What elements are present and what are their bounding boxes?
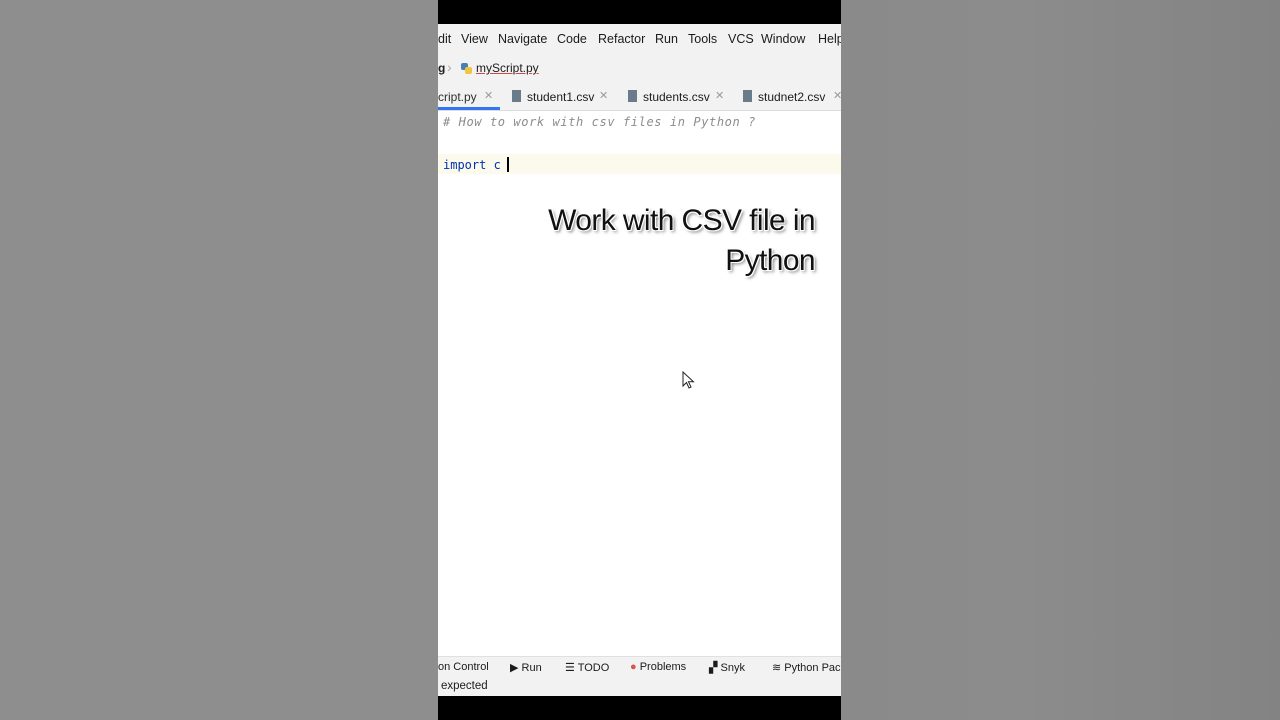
tool-run-label: Run (521, 662, 542, 674)
code-comment-line: # How to work with csv files in Python ? (443, 115, 756, 129)
tool-problems[interactable]: ● Problems (630, 661, 686, 673)
snyk-icon: ▞ (709, 662, 718, 674)
menu-refactor[interactable]: Refactor (598, 32, 645, 46)
tool-snyk-label: Snyk (720, 662, 745, 674)
menu-navigate[interactable]: Navigate (498, 32, 547, 46)
breadcrumb-project[interactable]: g (438, 61, 445, 75)
close-icon[interactable]: ✕ (484, 89, 493, 102)
left-blur-background (0, 0, 438, 720)
tool-todo[interactable]: ☰ TODO (565, 661, 609, 674)
video-frame: dit View Navigate Code Refactor Run Tool… (438, 0, 841, 720)
tab-student1[interactable]: student1.csv ✕ (510, 82, 614, 110)
menu-help[interactable]: Help (818, 32, 841, 46)
csv-file-icon (743, 90, 752, 102)
caption-line-2: Python (725, 244, 815, 277)
error-icon: ● (630, 661, 637, 673)
python-file-icon (461, 63, 472, 74)
tool-window-bar: on Control ▶ Run ☰ TODO ● Problems ▞ Sny… (438, 656, 841, 679)
tab-label: student1.csv (527, 90, 595, 104)
tab-myscript[interactable]: cript.py ✕ (438, 82, 500, 110)
csv-file-icon (628, 90, 637, 102)
tool-run[interactable]: ▶ Run (510, 661, 542, 674)
tool-todo-label: TODO (577, 662, 610, 674)
code-import-line: import c (443, 158, 501, 172)
tool-version-control[interactable]: on Control (438, 661, 489, 673)
tab-label: studnet2.csv (758, 90, 826, 104)
status-message: expected (441, 680, 488, 692)
close-icon[interactable]: ✕ (599, 89, 608, 102)
menu-vcs[interactable]: VCS (728, 32, 754, 46)
tool-python-packages[interactable]: ≋ Python Pac (772, 661, 841, 674)
close-icon[interactable]: ✕ (833, 89, 841, 102)
breadcrumb-file[interactable]: myScript.py (476, 61, 539, 75)
code-editor[interactable]: # How to work with csv files in Python ?… (438, 111, 841, 631)
menu-view[interactable]: View (461, 32, 488, 46)
active-tab-indicator (438, 107, 500, 110)
text-caret (507, 157, 509, 172)
csv-file-icon (512, 90, 521, 102)
tab-label: cript.py (438, 90, 477, 104)
menu-bar: dit View Navigate Code Refactor Run Tool… (438, 24, 841, 54)
right-blur-background (841, 0, 1280, 720)
breadcrumb: g › myScript.py (438, 54, 841, 82)
tool-python-packages-label: Python Pac (784, 662, 841, 674)
chevron-right-icon: › (447, 59, 452, 75)
menu-run[interactable]: Run (655, 32, 678, 46)
mouse-pointer-icon (682, 371, 695, 389)
video-caption-overlay: Work with CSV file in Python (548, 201, 816, 281)
tab-students[interactable]: students.csv ✕ (626, 82, 730, 110)
play-icon: ▶ (510, 662, 519, 674)
editor-tab-bar: cript.py ✕ student1.csv ✕ students.csv ✕… (438, 82, 841, 111)
tool-problems-label: Problems (639, 661, 687, 673)
menu-tools[interactable]: Tools (688, 32, 717, 46)
tab-label: students.csv (643, 90, 710, 104)
close-icon[interactable]: ✕ (715, 89, 724, 102)
menu-code[interactable]: Code (557, 32, 587, 46)
caption-line-1: Work with CSV file in (548, 204, 816, 237)
menu-edit[interactable]: dit (438, 32, 451, 46)
tool-snyk[interactable]: ▞ Snyk (709, 661, 745, 674)
layers-icon: ≋ (772, 662, 782, 674)
menu-window[interactable]: Window (761, 32, 805, 46)
tab-studnet2[interactable]: studnet2.csv ✕ (741, 82, 841, 110)
ide-window: dit View Navigate Code Refactor Run Tool… (438, 24, 841, 696)
status-bar: expected (438, 678, 841, 696)
list-icon: ☰ (565, 662, 575, 674)
